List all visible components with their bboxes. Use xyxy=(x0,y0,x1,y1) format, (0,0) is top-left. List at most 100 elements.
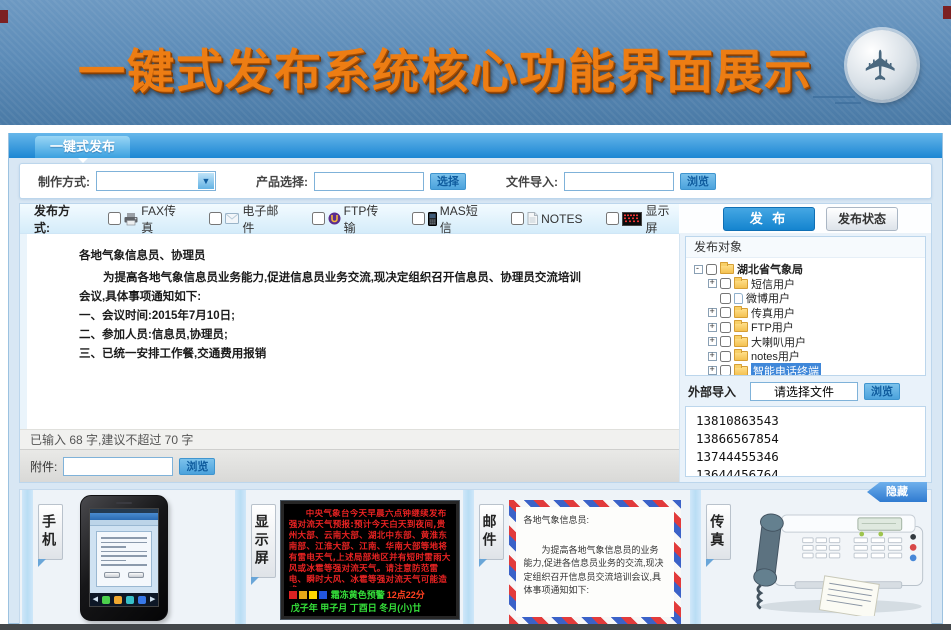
ftp-icon xyxy=(328,212,341,225)
led-section-label: 显示屏 xyxy=(251,504,276,578)
tree-checkbox[interactable] xyxy=(720,365,731,376)
page-title: 一键式发布系统核心功能界面展示 xyxy=(78,33,813,102)
decor-line xyxy=(835,102,861,104)
editor-line: 三、已统一安排工作餐,交通费用报销 xyxy=(79,345,659,364)
attachment-label: 附件: xyxy=(30,458,57,475)
publish-method-bar: 发布方式: FAX传真 电子邮件 xyxy=(20,204,679,234)
mas-sms-checkbox[interactable] xyxy=(412,212,425,225)
expander-plus-icon[interactable] xyxy=(708,308,717,317)
phone-number: 13810863543 xyxy=(696,412,915,430)
bottom-strip xyxy=(0,624,951,630)
editor-line: 各地气象信息员、协理员 xyxy=(79,247,659,266)
tab-one-click-publish[interactable]: 一键式发布 xyxy=(35,136,130,158)
corner-decor xyxy=(0,10,8,23)
tree-item-root[interactable]: 湖北省气象局 xyxy=(694,262,925,277)
make-method-select[interactable]: ▼ xyxy=(96,171,216,191)
publish-button[interactable]: 发 布 xyxy=(723,207,815,231)
email-checkbox[interactable] xyxy=(209,212,222,225)
phone-dock: ◀ ▶ xyxy=(90,593,158,606)
expander-plus-icon[interactable] xyxy=(708,337,717,346)
file-import-input[interactable] xyxy=(564,172,674,191)
product-select-input[interactable] xyxy=(314,172,424,191)
file-import-group: 文件导入: 浏览 xyxy=(506,172,716,191)
mail-section-label: 邮件 xyxy=(479,504,504,560)
ftp-checkbox[interactable] xyxy=(312,212,325,225)
phone-illustration: ◀ ▶ xyxy=(80,495,168,621)
external-import-row: 外部导入 浏览 xyxy=(680,376,931,405)
tree-item-sms-users[interactable]: 短信用户 xyxy=(694,277,925,292)
method-led-screen[interactable]: 显示屏 xyxy=(606,202,679,236)
product-select-button[interactable]: 选择 xyxy=(430,173,466,190)
external-import-browse-button[interactable]: 浏览 xyxy=(864,383,900,400)
method-email[interactable]: 电子邮件 xyxy=(209,202,287,236)
tree-checkbox[interactable] xyxy=(720,351,731,362)
tree-item-loudspeaker-users[interactable]: 大喇叭用户 xyxy=(694,335,925,350)
make-method-label: 制作方式: xyxy=(38,173,90,190)
tree-item-notes-users[interactable]: notes用户 xyxy=(694,349,925,364)
tree-checkbox[interactable] xyxy=(706,264,717,275)
attachment-input[interactable] xyxy=(63,457,173,476)
tree-checkbox[interactable] xyxy=(720,322,731,333)
method-label: 电子邮件 xyxy=(242,202,287,236)
airplane-icon: ✈ xyxy=(861,47,903,82)
file-import-browse-button[interactable]: 浏览 xyxy=(680,173,716,190)
mas-sms-icon xyxy=(428,212,437,226)
dropdown-arrow-icon[interactable]: ▼ xyxy=(198,173,214,189)
phone-number: 13644456764 xyxy=(696,466,915,477)
phone-speaker xyxy=(116,502,132,504)
expander-minus-icon[interactable] xyxy=(694,265,703,274)
warning-icon xyxy=(289,591,297,599)
tree-checkbox[interactable] xyxy=(720,278,731,289)
mail-envelope-illustration: 各地气象信息员: 为提高各地气象信息员的业务能力,促进各信息员业务的交流,现决定… xyxy=(509,500,681,624)
method-fax[interactable]: FAX传真 xyxy=(108,202,185,236)
external-import-label: 外部导入 xyxy=(688,383,736,400)
tree-item-ftp-users[interactable]: FTP用户 xyxy=(694,320,925,335)
main-panel: 发布方式: FAX传真 电子邮件 xyxy=(19,203,932,483)
tree-item-smart-phone-terminal[interactable]: 智能电话终端 xyxy=(694,364,925,377)
expander-plus-icon[interactable] xyxy=(708,366,717,375)
led-screen-checkbox[interactable] xyxy=(606,212,619,225)
tree-item-label: 智能电话终端 xyxy=(751,363,821,376)
tree-checkbox[interactable] xyxy=(720,293,731,304)
phone-section-label: 手机 xyxy=(38,504,63,560)
warning-icon xyxy=(309,591,317,599)
publish-status-button[interactable]: 发布状态 xyxy=(826,207,898,231)
led-time-text: 12点22分 xyxy=(387,588,425,601)
divider xyxy=(235,490,246,624)
banner: 一键式发布系统核心功能界面展示 ✈ xyxy=(0,0,951,125)
showcase-section-led: 显示屏 中央气象台今天早晨六点钟继续发布强对流天气预报:预计今天白天到夜间,贵州… xyxy=(248,490,476,624)
top-form-panel: 制作方式: ▼ 产品选择: 选择 文件导入: 浏览 xyxy=(19,163,932,199)
folder-icon xyxy=(734,308,748,318)
fax-checkbox[interactable] xyxy=(108,212,121,225)
tree-item-fax-users[interactable]: 传真用户 xyxy=(694,306,925,321)
decor-line xyxy=(813,96,855,98)
content-row: 各地气象信息员、协理员 为提高各地气象信息员业务能力,促进信息员业务交流,现决定… xyxy=(20,234,931,482)
notes-checkbox[interactable] xyxy=(511,212,524,225)
email-icon xyxy=(225,213,239,224)
warning-icon xyxy=(319,591,327,599)
corner-decor xyxy=(943,6,951,19)
method-notes[interactable]: NOTES xyxy=(511,212,582,226)
divider xyxy=(690,490,701,624)
tree-checkbox[interactable] xyxy=(720,336,731,347)
attachment-browse-button[interactable]: 浏览 xyxy=(179,458,215,475)
warning-icon xyxy=(299,591,307,599)
tree-checkbox[interactable] xyxy=(720,307,731,318)
folder-icon xyxy=(734,351,748,361)
led-status-row: 霜冻黄色预警 12点22分 xyxy=(289,588,452,601)
expander-plus-icon[interactable] xyxy=(708,323,717,332)
publish-method-label: 发布方式: xyxy=(34,202,84,236)
external-import-file-input[interactable] xyxy=(750,382,858,401)
method-ftp[interactable]: FTP传输 xyxy=(312,202,388,236)
expander-plus-icon[interactable] xyxy=(708,352,717,361)
publish-targets-title: 发布对象 xyxy=(686,237,925,258)
method-label: 显示屏 xyxy=(645,202,679,236)
mail-greeting: 各地气象信息员: xyxy=(524,514,666,528)
message-editor[interactable]: 各地气象信息员、协理员 为提高各地气象信息员业务能力,促进信息员业务交流,现决定… xyxy=(20,234,679,429)
method-mas-sms[interactable]: MAS短信 xyxy=(412,202,487,236)
divider xyxy=(22,490,33,624)
showcase-section-mail: 邮件 各地气象信息员: 为提高各地气象信息员的业务能力,促进各信息员业务的交流,… xyxy=(476,490,704,624)
fax-machine-illustration xyxy=(736,494,931,621)
tree-item-weibo-users[interactable]: 微博用户 xyxy=(694,291,925,306)
expander-plus-icon[interactable] xyxy=(708,279,717,288)
